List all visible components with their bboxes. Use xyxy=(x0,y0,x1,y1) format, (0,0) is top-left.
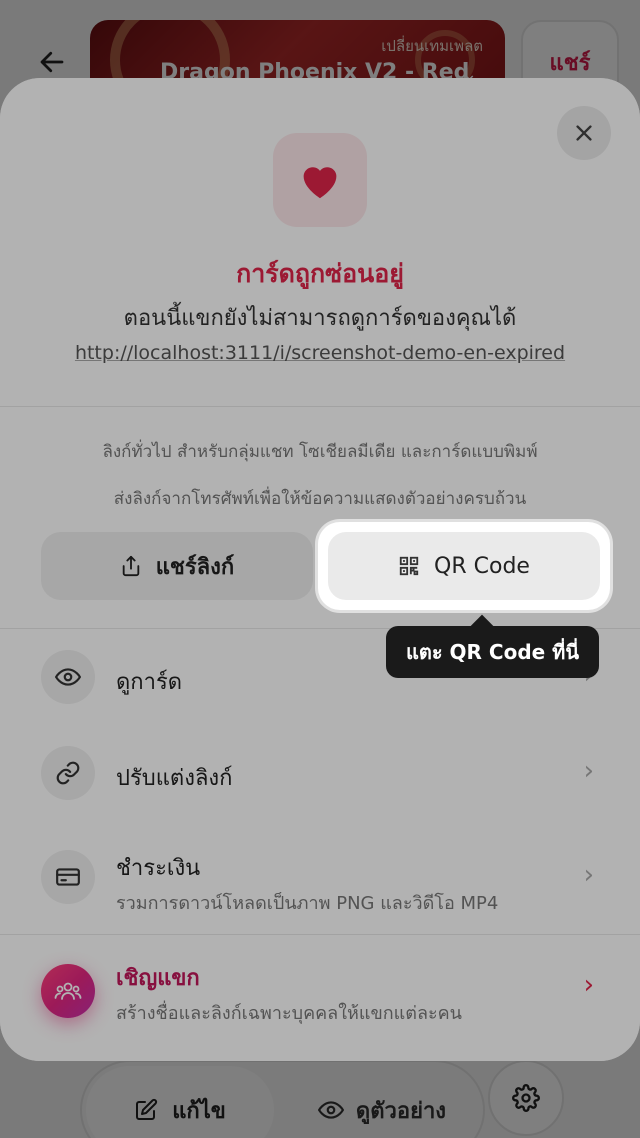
eye-icon xyxy=(55,668,81,686)
menu-item-title: เชิญแขก xyxy=(116,966,200,991)
menu-item-subtitle: สร้างชื่อและลิงก์เฉพาะบุคคลให้แขกแต่ละคน xyxy=(116,1003,462,1024)
close-button[interactable] xyxy=(557,106,611,160)
menu-item-invite-guests[interactable]: เชิญแขก สร้างชื่อและลิงก์เฉพาะบุคคลให้แข… xyxy=(0,958,640,1028)
status-title: การ์ดถูกซ่อนอยู่ xyxy=(236,259,404,288)
chevron-right-icon: › xyxy=(583,970,594,1000)
share-hint-line2: ส่งลิงก์จากโทรศัพท์เพื่อให้ข้อความแสดงตั… xyxy=(113,489,527,509)
status-icon-tile xyxy=(273,133,367,227)
menu-item-title: ดูการ์ด xyxy=(116,670,183,695)
coachmark-tooltip: แตะ QR Code ที่นี่ xyxy=(386,626,599,678)
qr-code-highlight: QR Code xyxy=(318,522,610,610)
share-icon xyxy=(122,555,139,577)
link-icon-circle xyxy=(41,746,95,800)
guests-icon-circle xyxy=(41,964,95,1018)
menu-item-title: ปรับแต่งลิงก์ xyxy=(116,766,233,791)
divider xyxy=(0,934,640,935)
share-hint-line1: ลิงก์ทั่วไป สำหรับกลุ่มแชท โซเชียลมีเดีย… xyxy=(102,442,538,462)
credit-card-icon xyxy=(56,868,80,886)
menu-item-payment[interactable]: ชำระเงิน รวมการดาวน์โหลดเป็นภาพ PNG และว… xyxy=(0,848,640,918)
eye-icon-circle xyxy=(41,650,95,704)
menu-item-customize-link[interactable]: ปรับแต่งลิงก์ › xyxy=(0,746,640,802)
qr-code-label: QR Code xyxy=(434,553,530,579)
share-link-label: แชร์ลิงก์ xyxy=(155,554,235,580)
share-link-button[interactable]: แชร์ลิงก์ xyxy=(41,532,313,600)
qr-code-icon xyxy=(399,556,419,576)
card-icon-circle xyxy=(41,850,95,904)
menu-item-subtitle: รวมการดาวน์โหลดเป็นภาพ PNG และวิดีโอ MP4 xyxy=(116,893,499,914)
link-icon xyxy=(56,761,80,785)
chevron-right-icon: › xyxy=(583,756,594,786)
heart-icon xyxy=(303,167,337,199)
status-description: ตอนนี้แขกยังไม่สามารถดูการ์ดของคุณได้ xyxy=(123,306,517,331)
qr-code-button[interactable]: QR Code xyxy=(328,532,600,600)
users-icon xyxy=(54,982,82,1000)
chevron-right-icon: › xyxy=(583,860,594,890)
divider xyxy=(0,406,640,407)
menu-item-title: ชำระเงิน xyxy=(116,856,201,881)
card-url-link[interactable]: http://localhost:3111/i/screenshot-demo-… xyxy=(0,342,640,364)
close-icon xyxy=(576,125,592,141)
